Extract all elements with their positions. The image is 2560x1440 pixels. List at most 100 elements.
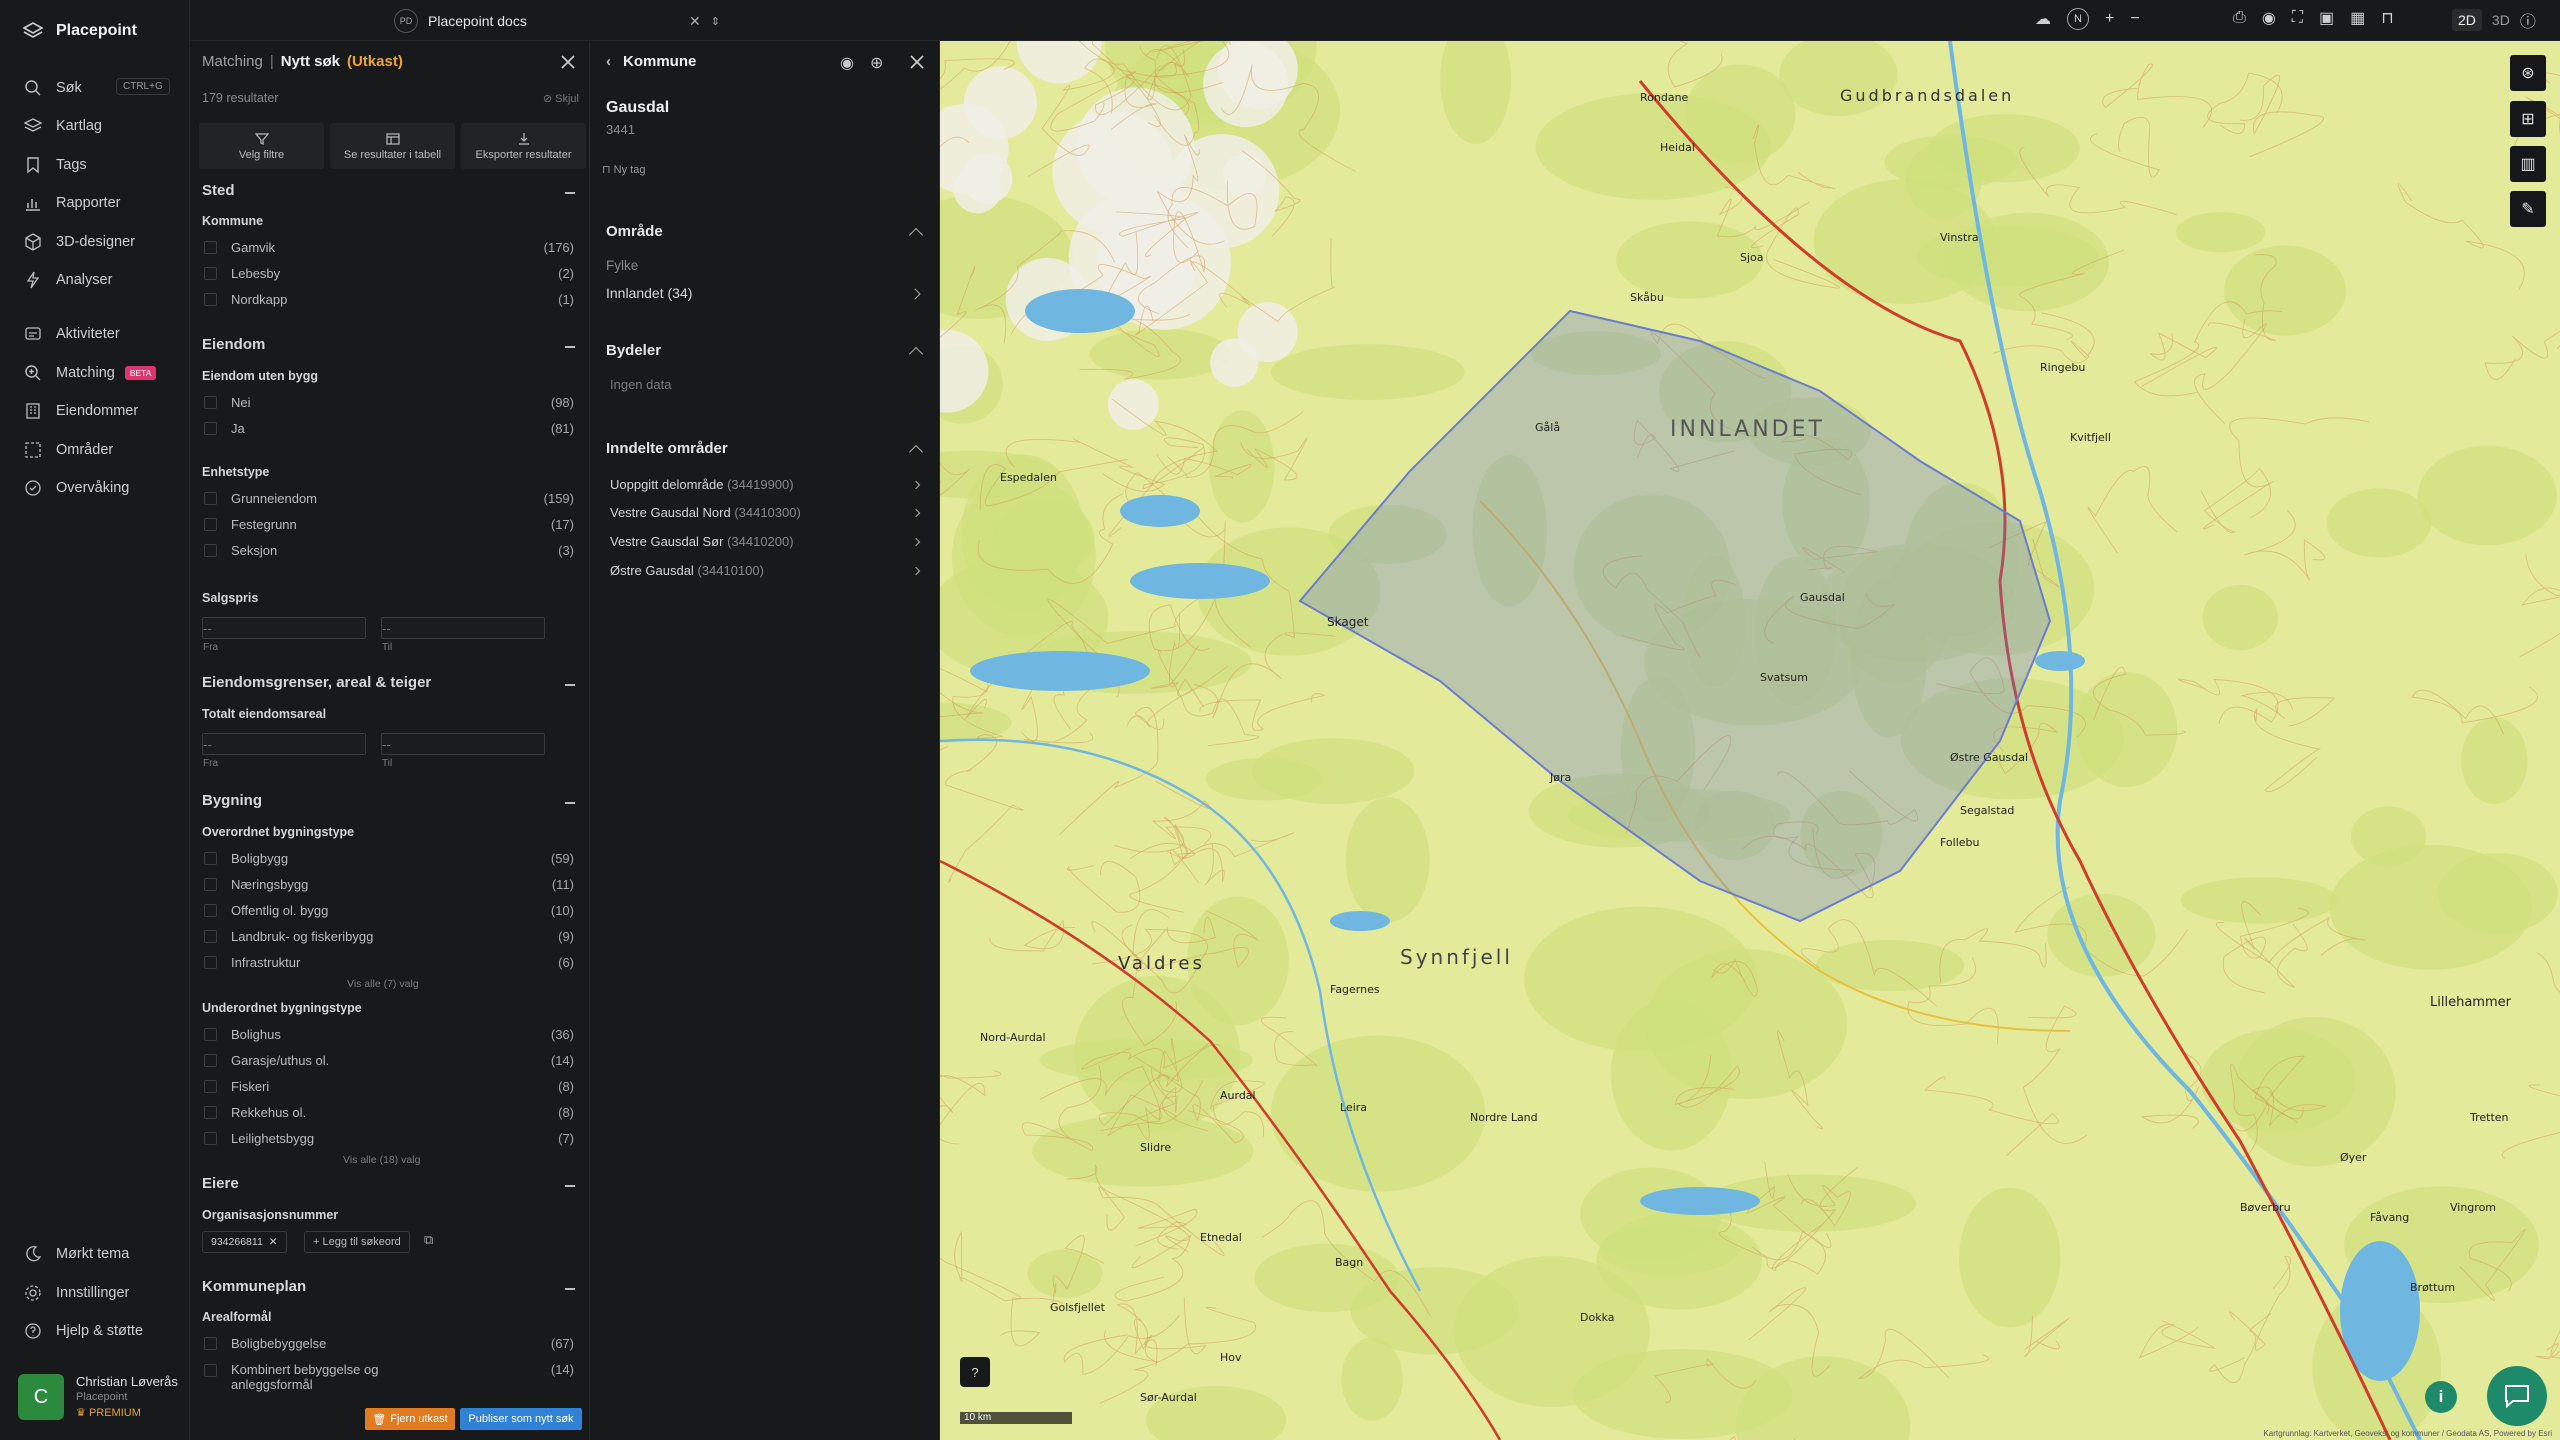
subarea-item[interactable]: Uoppgitt delområde (34419900) <box>610 477 794 492</box>
layer-search-button[interactable]: ⊛ <box>2510 55 2546 91</box>
document-selector[interactable]: PD Placepoint docs ✕ ⇕ <box>394 6 720 36</box>
sidebar-item-overvaking[interactable]: Overvåking <box>24 476 129 500</box>
chevron-right-icon[interactable] <box>911 537 921 547</box>
filter-option[interactable]: Landbruk- og fiskeribygg (9) <box>204 929 574 944</box>
sidebar-item-aktiviteter[interactable]: Aktiviteter <box>24 322 120 346</box>
filter-option[interactable]: Grunneiendom (159) <box>204 491 574 506</box>
filter-option[interactable]: Garasje/uthus ol. (14) <box>204 1053 574 1068</box>
inndelte-title[interactable]: Inndelte områder <box>606 440 728 457</box>
filter-option[interactable]: Festegrunn (17) <box>204 517 574 532</box>
filter-option[interactable]: Boligbebyggelse (67) <box>204 1336 574 1351</box>
mode-3d-button[interactable]: 3D <box>2492 12 2510 28</box>
checkbox[interactable] <box>204 956 217 969</box>
close-icon[interactable]: ✕ <box>689 13 701 30</box>
weather-icon[interactable]: ☁ <box>2035 9 2051 29</box>
filter-option[interactable]: Rekkehus ol. (8) <box>204 1105 574 1120</box>
sidebar-item-help[interactable]: Hjelp & støtte <box>24 1319 143 1343</box>
eye-icon[interactable]: ◉ <box>840 53 854 73</box>
search-chip[interactable]: 934266811 ✕ <box>202 1231 287 1253</box>
checkbox[interactable] <box>204 544 217 557</box>
info-button[interactable]: i <box>2425 1381 2457 1413</box>
checkbox[interactable] <box>204 1080 217 1093</box>
collapse-icon[interactable] <box>565 1288 575 1290</box>
select-filters-button[interactable]: Velg filtre <box>199 123 324 169</box>
sidebar-item-rapporter[interactable]: Rapporter <box>24 191 120 215</box>
checkbox[interactable] <box>204 1054 217 1067</box>
sidebar-item-dark-theme[interactable]: Mørkt tema <box>24 1242 129 1266</box>
collapse-icon[interactable] <box>565 684 575 686</box>
filter-option[interactable]: Lebesby (2) <box>204 266 574 281</box>
checkbox[interactable] <box>204 1132 217 1145</box>
salgspris-from-input[interactable] <box>202 617 366 639</box>
back-icon[interactable]: ‹ <box>606 53 611 70</box>
areal-from-input[interactable] <box>202 733 366 755</box>
brand[interactable]: Placepoint <box>22 20 137 42</box>
chat-button[interactable] <box>2487 1366 2547 1426</box>
checkbox[interactable] <box>204 492 217 505</box>
chart-button[interactable]: ▥ <box>2510 146 2546 182</box>
sidebar-item-3d-designer[interactable]: 3D-designer <box>24 230 135 254</box>
show-all-link[interactable]: Vis alle (18) valg <box>343 1154 420 1166</box>
checkbox[interactable] <box>204 1028 217 1041</box>
remove-draft-button[interactable]: 🗑 Fjern utkast <box>365 1408 455 1430</box>
section-eiere-title[interactable]: Eiere <box>202 1175 239 1192</box>
checkbox[interactable] <box>204 852 217 865</box>
mode-2d-button[interactable]: 2D <box>2452 9 2482 31</box>
checkbox[interactable] <box>204 422 217 435</box>
omrade-title[interactable]: Område <box>606 223 663 240</box>
checkbox[interactable] <box>204 518 217 531</box>
measure-button[interactable]: ⊞ <box>2510 101 2546 137</box>
sidebar-item-search[interactable]: Søk <box>24 76 82 100</box>
show-all-link[interactable]: Vis alle (7) valg <box>347 978 419 990</box>
section-eiendom-title[interactable]: Eiendom <box>202 336 265 353</box>
filter-option[interactable]: Seksjon (3) <box>204 543 574 558</box>
export-button[interactable]: Eksporter resultater <box>461 123 586 169</box>
view-table-button[interactable]: Se resultater i tabell <box>330 123 455 169</box>
checkbox[interactable] <box>204 241 217 254</box>
close-icon[interactable] <box>908 53 926 71</box>
section-grenser-title[interactable]: Eiendomsgrenser, areal & teiger <box>202 674 431 691</box>
compass-icon[interactable]: N <box>2067 8 2089 30</box>
checkbox[interactable] <box>204 396 217 409</box>
filter-option[interactable]: Gamvik (176) <box>204 240 574 255</box>
sidebar-item-eiendommer[interactable]: Eiendommer <box>24 399 138 423</box>
chevron-right-icon[interactable] <box>911 508 921 518</box>
chevron-right-icon[interactable] <box>911 480 921 490</box>
map-canvas[interactable]: INNLANDET Synnfjell Valdres Gudbrandsdalen S… <box>940 41 2560 1440</box>
subarea-item[interactable]: Vestre Gausdal Nord (34410300) <box>610 505 801 520</box>
chevron-right-icon[interactable] <box>911 566 921 576</box>
collapse-icon[interactable] <box>565 192 575 194</box>
hide-button[interactable]: ⊘ Skjul <box>543 92 579 105</box>
eye-icon[interactable]: ◉ <box>2262 8 2276 28</box>
checkbox[interactable] <box>204 267 217 280</box>
publish-button[interactable]: Publiser som nytt søk <box>460 1408 582 1430</box>
zoom-out-icon[interactable]: − <box>2130 10 2139 28</box>
sidebar-item-tags[interactable]: Tags <box>24 153 87 177</box>
info-icon[interactable]: ⓘ <box>2520 8 2536 32</box>
filter-option[interactable]: Boligbygg (59) <box>204 851 574 866</box>
crosshair-icon[interactable]: ⊕ <box>870 53 883 73</box>
filter-option[interactable]: Leilighetsbygg (7) <box>204 1131 574 1146</box>
user-profile[interactable]: C Christian Løverås Placepoint ♛ PREMIUM <box>18 1374 178 1420</box>
sidebar-item-matching[interactable]: Matching BETA <box>24 361 157 385</box>
checkbox[interactable] <box>204 1337 217 1350</box>
areal-to-input[interactable] <box>381 733 545 755</box>
checkbox[interactable] <box>204 878 217 891</box>
collapse-icon[interactable] <box>565 346 575 348</box>
salgspris-to-input[interactable] <box>381 617 545 639</box>
filter-option[interactable]: Kombinert bebyggelse og anleggsformål (14… <box>204 1362 574 1392</box>
chevron-up-icon[interactable] <box>908 227 924 243</box>
fylke-value[interactable]: Innlandet (34) <box>606 285 692 301</box>
filter-option[interactable]: Nei (98) <box>204 395 574 410</box>
checkbox[interactable] <box>204 1106 217 1119</box>
sidebar-item-analyser[interactable]: Analyser <box>24 268 112 292</box>
filter-option[interactable]: Næringsbygg (11) <box>204 877 574 892</box>
section-sted-title[interactable]: Sted <box>202 182 235 199</box>
filter-option[interactable]: Bolighus (36) <box>204 1027 574 1042</box>
chevron-right-icon[interactable] <box>909 288 921 300</box>
collapse-icon[interactable] <box>565 1185 575 1187</box>
collapse-icon[interactable] <box>565 802 575 804</box>
camera-icon[interactable]: ▣ <box>2319 8 2334 28</box>
new-tag-button[interactable]: ⊓ Ny tag <box>602 163 645 176</box>
sidebar-item-settings[interactable]: Innstillinger <box>24 1281 129 1305</box>
